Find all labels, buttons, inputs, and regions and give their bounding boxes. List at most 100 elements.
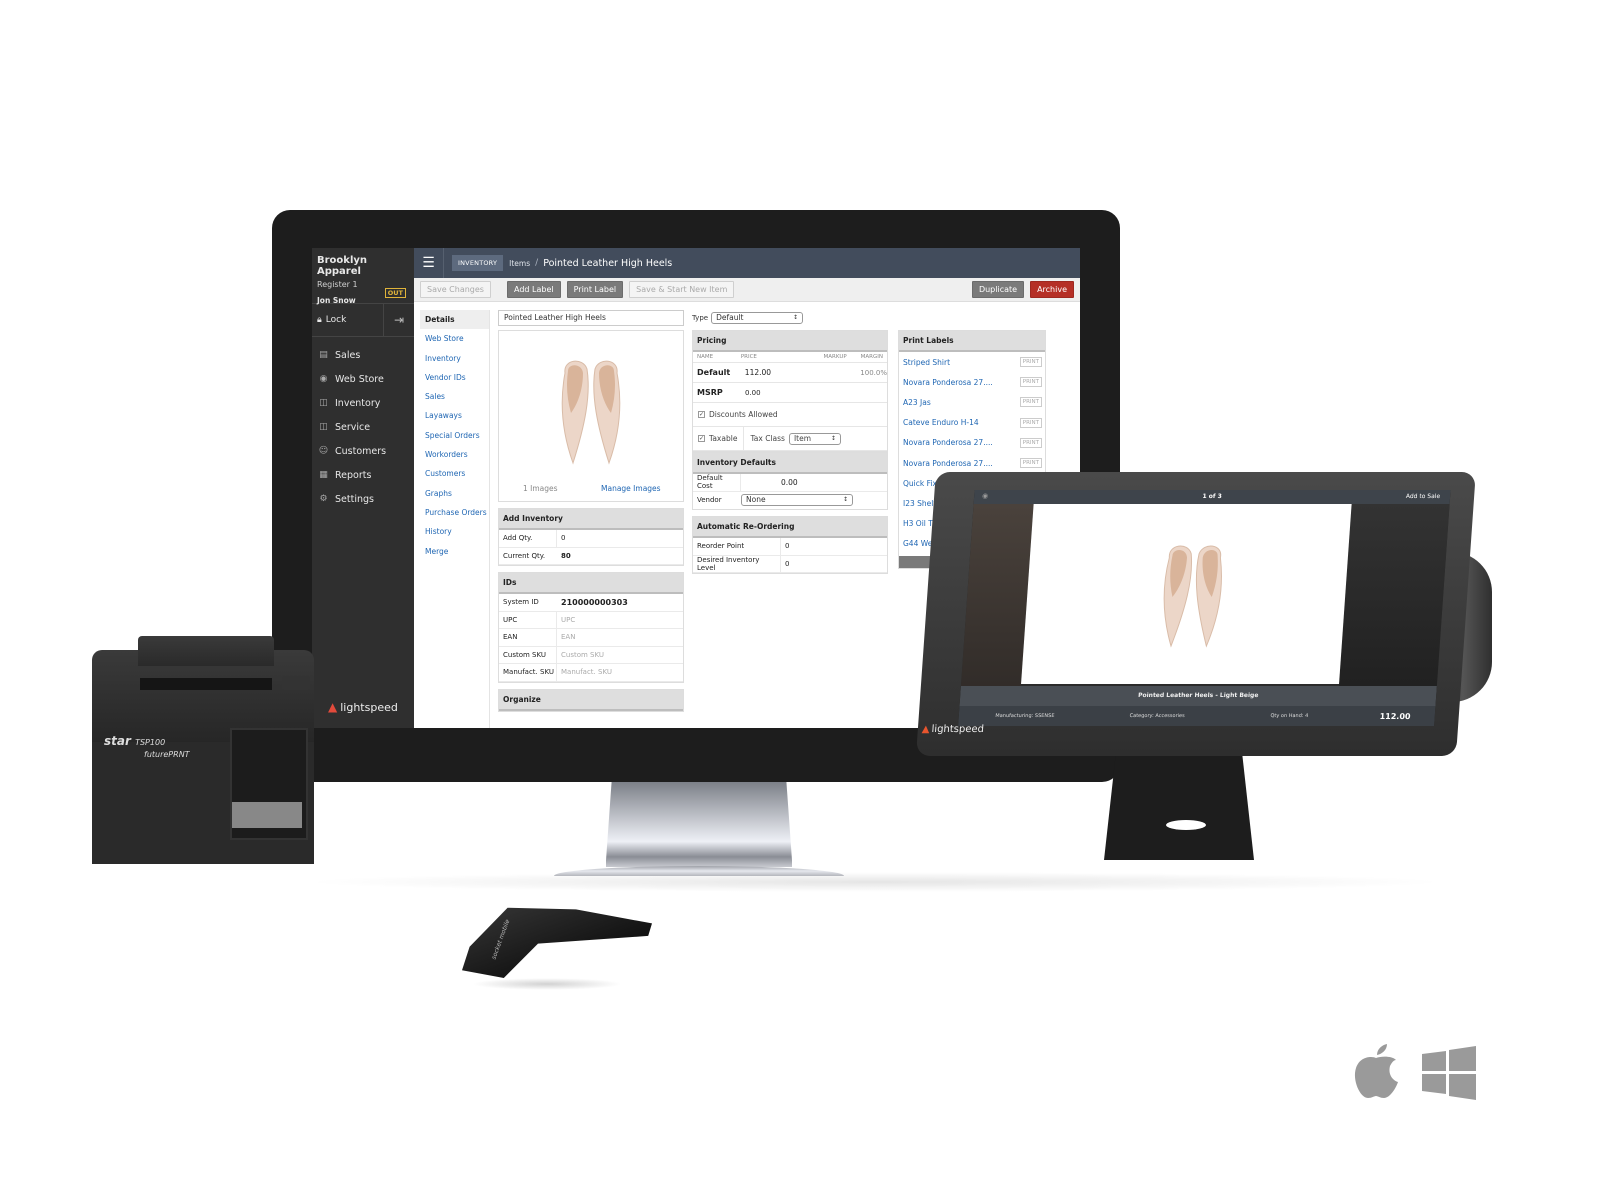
- subnav-history[interactable]: History: [420, 522, 489, 541]
- nav-item-customers[interactable]: ☺ Customers: [312, 439, 414, 463]
- globe-icon: ◉: [319, 374, 328, 384]
- clock-out-badge[interactable]: OUT: [384, 288, 406, 298]
- archive-button[interactable]: Archive: [1030, 281, 1074, 298]
- print-button[interactable]: PRINT: [1019, 377, 1042, 388]
- subnav-special-orders[interactable]: Special Orders: [420, 426, 489, 445]
- nav-item-inventory[interactable]: ◫ Inventory: [312, 391, 414, 415]
- subnav-customers[interactable]: Customers: [420, 464, 489, 483]
- save-changes-button[interactable]: Save Changes: [420, 281, 491, 298]
- custom-sku-input[interactable]: Custom SKU: [557, 651, 604, 659]
- tax-class-select[interactable]: Item ↕: [788, 432, 841, 445]
- panel-title: IDs: [499, 573, 683, 594]
- print-button[interactable]: PRINT: [1019, 417, 1042, 428]
- nav-item-settings[interactable]: ⚙ Settings: [312, 487, 414, 511]
- details-column: Pointed Leather High Heels 1 Images Mana…: [498, 310, 684, 728]
- label-item-link[interactable]: Novara Ponderosa 27....: [903, 438, 993, 447]
- price-input[interactable]: 0.00: [745, 389, 861, 397]
- add-label-button[interactable]: Add Label: [506, 281, 561, 298]
- subnav-sales[interactable]: Sales: [420, 387, 489, 406]
- subnav-graphs[interactable]: Graphs: [420, 484, 489, 503]
- default-cost-input[interactable]: 0.00: [777, 478, 798, 487]
- column-header: MARKUP: [823, 354, 847, 360]
- field-label: UPC: [499, 611, 557, 628]
- label-row: Cateve Enduro H-14 PRINT: [899, 413, 1045, 433]
- label-item-link[interactable]: Cateve Enduro H-14: [903, 418, 979, 427]
- breadcrumb-items[interactable]: Items: [509, 259, 530, 268]
- tablet-pos: ◉ 1 of 3 Add to Sale Pointed Leather Hee…: [910, 462, 1492, 882]
- manage-images-link[interactable]: Manage Images: [601, 484, 661, 493]
- field-label: EAN: [499, 629, 557, 646]
- toolbar: Save Changes Add Label Print Label Save …: [414, 278, 1080, 302]
- field-label: Current Qty.: [503, 551, 546, 560]
- hamburger-menu-button[interactable]: ☰: [414, 248, 444, 278]
- shoes-image: [1163, 545, 1222, 648]
- person-icon: ☺: [318, 446, 329, 456]
- gear-icon: ⚙: [319, 494, 328, 504]
- printer-controls: [232, 802, 302, 828]
- field-label: Manufact. SKU: [499, 664, 557, 681]
- product-title: Pointed Leather Heels - Light Beige: [959, 686, 1437, 706]
- reorder-point-input[interactable]: 0: [781, 542, 789, 550]
- label-row: Novara Ponderosa 27.... PRINT: [899, 433, 1045, 453]
- desired-level-input[interactable]: 0: [781, 560, 789, 568]
- price-input[interactable]: 112.00: [745, 368, 861, 377]
- label-item-link[interactable]: A23 Jas: [903, 398, 931, 407]
- save-and-start-new-button[interactable]: Save & Start New Item: [629, 281, 735, 298]
- nav-item-web-store[interactable]: ◉ Web Store: [312, 367, 414, 391]
- top-bar: ☰ INVENTORY Items / Pointed Leather High…: [414, 248, 1080, 278]
- add-to-sale-button[interactable]: Add to Sale: [1406, 493, 1441, 500]
- nav-item-sales[interactable]: ▤ Sales: [312, 343, 414, 367]
- label-row: Striped Shirt PRINT: [899, 352, 1045, 372]
- type-select[interactable]: Default ↕: [711, 312, 804, 324]
- vendor-select[interactable]: None ↕: [741, 494, 853, 507]
- subnav-web-store[interactable]: Web Store: [420, 329, 489, 348]
- logout-button[interactable]: ⇥: [384, 304, 414, 336]
- subnav-vendor-ids[interactable]: Vendor IDs: [420, 368, 489, 387]
- subnav-purchase-orders[interactable]: Purchase Orders: [420, 503, 489, 522]
- discounts-allowed-checkbox[interactable]: ✓: [698, 411, 705, 418]
- subnav-merge[interactable]: Merge: [420, 542, 489, 561]
- subnav-workorders[interactable]: Workorders: [420, 445, 489, 464]
- manufacturer: Manufacturing: SSENSE: [995, 713, 1055, 719]
- taxable-row: ✓ Taxable Tax Class Item ↕: [693, 426, 887, 451]
- upc-input[interactable]: UPC: [557, 616, 575, 624]
- item-name-input[interactable]: Pointed Leather High Heels: [498, 310, 684, 326]
- print-button[interactable]: PRINT: [1019, 397, 1042, 408]
- subnav-inventory[interactable]: Inventory: [420, 349, 489, 368]
- add-qty-input[interactable]: 0: [557, 534, 565, 542]
- breadcrumb-section[interactable]: INVENTORY: [452, 255, 504, 271]
- pricing-header: NAME PRICE MARKUP MARGIN: [693, 352, 887, 363]
- print-button[interactable]: PRINT: [1019, 437, 1042, 448]
- field-label: Default Cost: [693, 474, 741, 491]
- nav-label: Web Store: [335, 373, 384, 385]
- nav-item-service[interactable]: ◫ Service: [312, 415, 414, 439]
- print-label-button[interactable]: Print Label: [566, 281, 624, 298]
- tablet-frame: ◉ 1 of 3 Add to Sale Pointed Leather Hee…: [916, 472, 1476, 756]
- pricing-panel: Pricing NAME PRICE MARKUP MARGIN Default…: [692, 330, 888, 452]
- tablet-lightspeed-logo: ▲ lightspeed: [921, 724, 984, 735]
- duplicate-button[interactable]: Duplicate: [971, 281, 1025, 298]
- print-button[interactable]: PRINT: [1019, 357, 1042, 368]
- panel-title: Organize: [499, 689, 683, 711]
- item-subnav: Details Web Store Inventory Vendor IDs S…: [420, 310, 490, 728]
- subnav-details[interactable]: Details: [420, 310, 489, 330]
- select-arrows-icon: ↕: [830, 434, 836, 442]
- manufact-sku-input[interactable]: Manufact. SKU: [557, 668, 612, 676]
- label-item-link[interactable]: Novara Ponderosa 27....: [903, 378, 993, 387]
- subnav-layaways[interactable]: Layaways: [420, 406, 489, 425]
- label-item-link[interactable]: Striped Shirt: [903, 358, 950, 367]
- lock-button[interactable]: 🔒︎ Lock: [312, 304, 384, 336]
- taxable-checkbox[interactable]: ✓: [698, 435, 705, 442]
- nav-item-reports[interactable]: ▦ Reports: [312, 463, 414, 487]
- panel-title: Print Labels: [899, 331, 1045, 352]
- main-nav: ▤ Sales ◉ Web Store ◫ Inventory ◫ Service ☺ C…: [312, 337, 414, 511]
- margin-value: 100.0%: [860, 368, 887, 377]
- select-arrows-icon: ↕: [793, 314, 799, 321]
- brand-text: lightspeed: [340, 700, 398, 714]
- manufact-sku-row: Manufact. SKU Manufact. SKU: [499, 664, 683, 682]
- tablet-screen: ◉ 1 of 3 Add to Sale Pointed Leather Hee…: [958, 490, 1451, 726]
- ean-input[interactable]: EAN: [557, 633, 575, 641]
- field-label: Desired Inventory Level: [693, 555, 781, 572]
- select-arrows-icon: ↕: [842, 496, 848, 504]
- toolbox-icon: ◫: [319, 422, 328, 432]
